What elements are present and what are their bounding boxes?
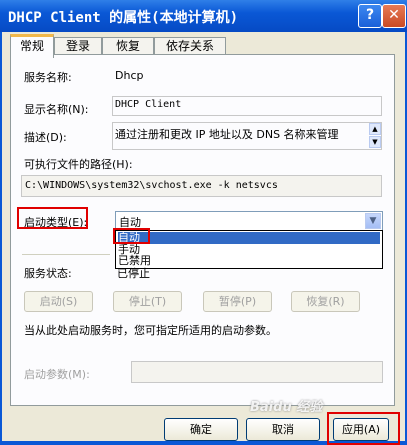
- description-field[interactable]: 通过注册和更改 IP 地址以及 DNS 名称来管理 ▲ ▼: [112, 122, 382, 150]
- startup-type-dropdown: 自动 手动 已禁用: [115, 230, 383, 269]
- description-value: 通过注册和更改 IP 地址以及 DNS 名称来管理: [115, 128, 339, 141]
- start-button[interactable]: 启动(S): [24, 291, 93, 312]
- cancel-button[interactable]: 取消: [246, 418, 320, 441]
- help-button[interactable]: ?: [358, 4, 382, 28]
- display-name-label: 显示名称(N):: [24, 103, 89, 116]
- path-value: C:\WINDOWS\system32\svchost.exe -k netsv…: [25, 180, 278, 191]
- title-bar: DHCP Client 的属性(本地计算机) ? ✕: [0, 0, 407, 32]
- tab-general[interactable]: 常规: [10, 34, 54, 58]
- display-name-value: DHCP Client: [115, 99, 182, 110]
- description-label: 描述(D):: [24, 131, 67, 144]
- path-label: 可执行文件的路径(H):: [24, 158, 133, 171]
- highlight-apply-button: [327, 412, 400, 445]
- tab-recovery[interactable]: 恢复: [102, 37, 154, 55]
- start-params-label: 启动参数(M):: [24, 368, 90, 381]
- resume-button[interactable]: 恢复(R): [291, 291, 360, 312]
- service-status-label: 服务状态:: [24, 267, 72, 280]
- help-icon: ?: [365, 7, 375, 23]
- window-title: DHCP Client 的属性(本地计算机): [8, 10, 239, 26]
- startup-type-select[interactable]: 自动 ▼: [115, 211, 383, 231]
- close-button[interactable]: ✕: [382, 4, 406, 28]
- separator: [22, 254, 110, 255]
- service-name-value: Dhcp: [115, 69, 144, 82]
- start-params-hint: 当从此处启动服务时，您可指定所适用的启动参数。: [24, 324, 277, 337]
- stop-button[interactable]: 停止(T): [113, 291, 182, 312]
- scroll-up-icon[interactable]: ▲: [369, 123, 381, 135]
- startup-option-auto[interactable]: 自动: [118, 232, 380, 244]
- tab-logon[interactable]: 登录: [54, 37, 102, 55]
- pause-button[interactable]: 暂停(P): [203, 291, 272, 312]
- service-name-label: 服务名称:: [24, 71, 72, 84]
- highlight-startup-label: [17, 207, 88, 229]
- close-icon: ✕: [388, 7, 400, 23]
- watermark-logo: Baidu 经验: [250, 400, 323, 415]
- display-name-field[interactable]: DHCP Client: [112, 96, 382, 116]
- scroll-down-icon[interactable]: ▼: [369, 136, 381, 148]
- start-params-input[interactable]: [131, 361, 383, 383]
- ok-button[interactable]: 确定: [164, 418, 238, 441]
- path-field: C:\WINDOWS\system32\svchost.exe -k netsv…: [21, 175, 382, 197]
- chevron-down-icon[interactable]: ▼: [365, 213, 381, 229]
- highlight-auto-option: [113, 228, 150, 244]
- service-status-value: 已停止: [117, 267, 150, 280]
- tab-dependencies[interactable]: 依存关系: [154, 37, 226, 55]
